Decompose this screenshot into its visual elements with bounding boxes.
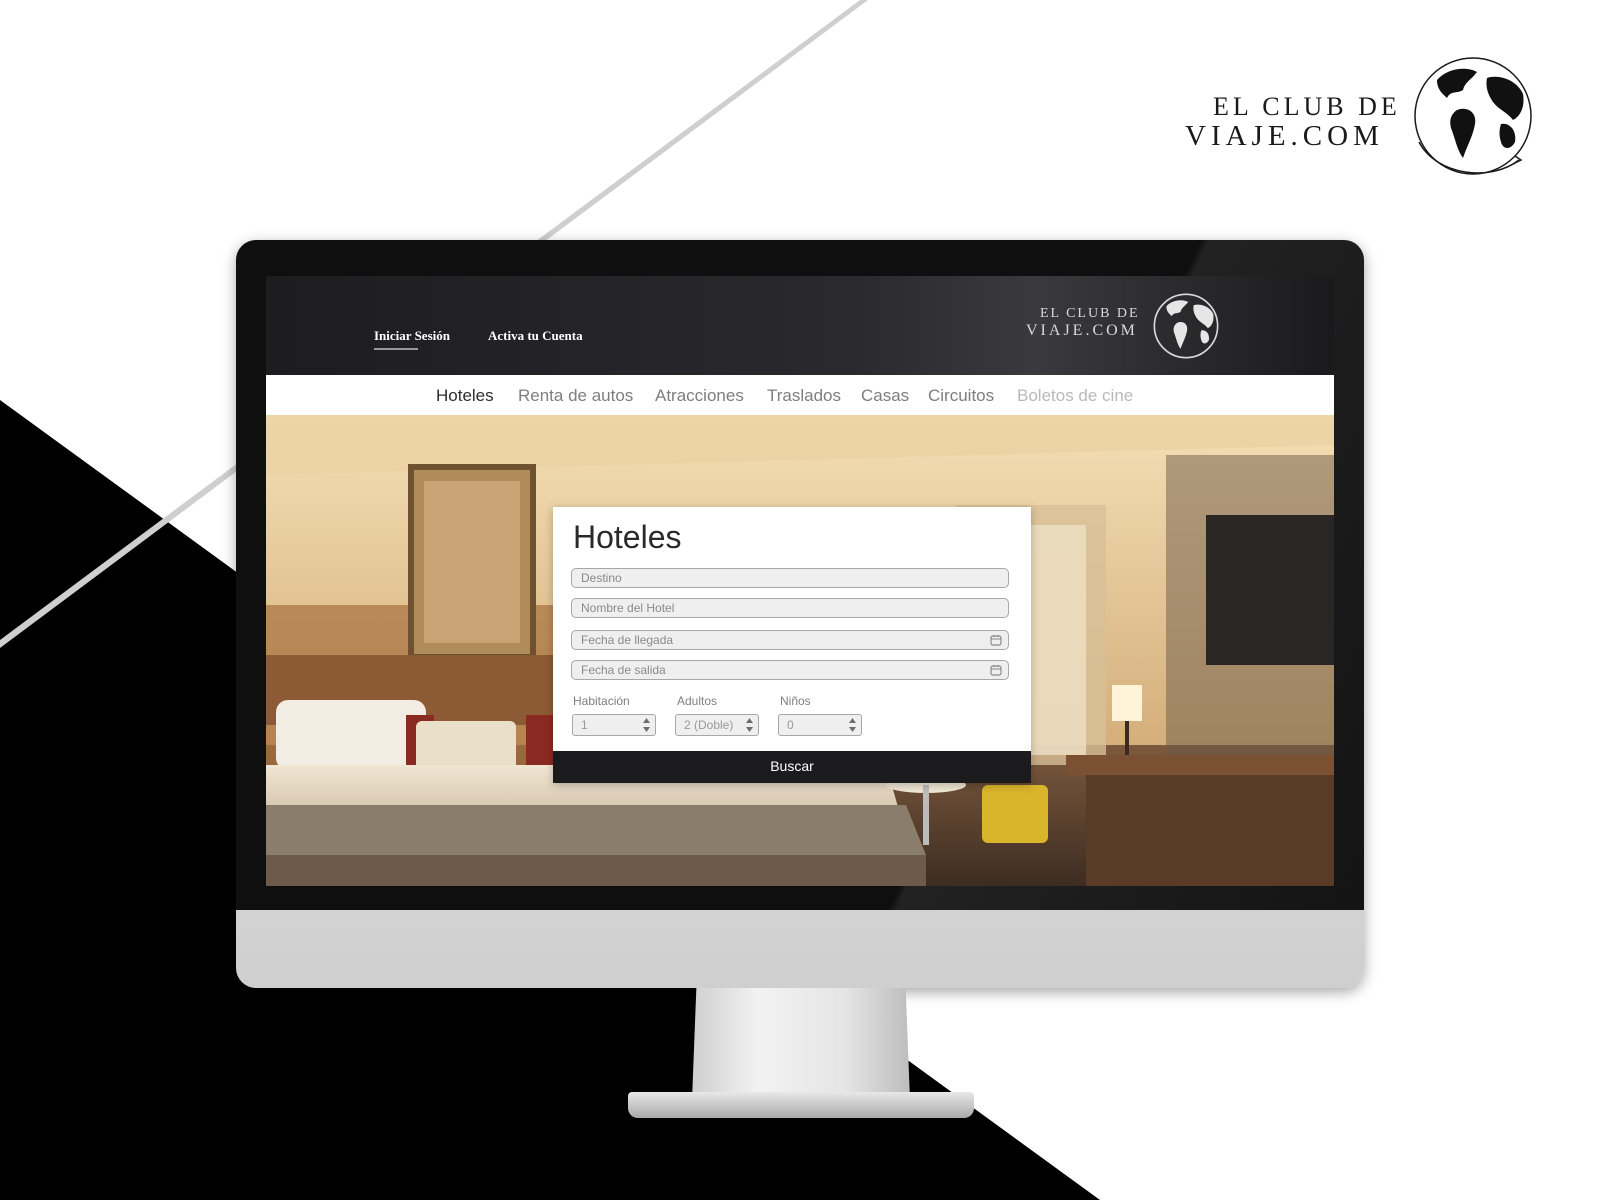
destination-input[interactable]: Destino	[571, 568, 1009, 588]
nav-item-casas[interactable]: Casas	[861, 386, 909, 406]
up-down-arrows-icon[interactable]	[745, 717, 754, 733]
checkin-date-input[interactable]: Fecha de llegada	[571, 630, 1009, 650]
activate-account-link[interactable]: Activa tu Cuenta	[488, 328, 583, 344]
hotel-search-form: Hoteles Destino Nombre del Hotel Fecha d…	[553, 507, 1031, 783]
nav-item-boletos-de-cine[interactable]: Boletos de cine	[1017, 386, 1133, 406]
up-down-arrows-icon[interactable]	[848, 717, 857, 733]
monitor-stand	[692, 988, 910, 1100]
login-link[interactable]: Iniciar Sesión	[374, 328, 450, 344]
nav-item-hoteles[interactable]: Hoteles	[436, 386, 494, 406]
brand-logo: EL CLUB DE VIAJE.COM	[1185, 57, 1545, 194]
site-logo-line-1: EL CLUB DE	[1040, 306, 1140, 321]
children-value: 0	[787, 718, 794, 732]
children-label: Niños	[780, 694, 811, 708]
rooms-stepper[interactable]: 1	[572, 714, 656, 736]
nav-item-atracciones[interactable]: Atracciones	[655, 386, 744, 406]
brand-line-2: VIAJE.COM	[1185, 120, 1384, 152]
checkin-date-placeholder: Fecha de llegada	[581, 633, 674, 647]
hero-hotel-room-image: Hoteles Destino Nombre del Hotel Fecha d…	[266, 415, 1334, 886]
monitor-stand-base	[628, 1092, 974, 1118]
search-button[interactable]: Buscar	[553, 751, 1031, 783]
globe-icon	[1414, 57, 1532, 175]
nav-item-renta-de-autos[interactable]: Renta de autos	[518, 386, 633, 406]
rooms-value: 1	[581, 718, 588, 732]
search-form-title: Hoteles	[573, 519, 682, 555]
nav-item-traslados[interactable]: Traslados	[767, 386, 841, 406]
checkout-date-input[interactable]: Fecha de salida	[571, 660, 1009, 680]
brand-line-1: EL CLUB DE	[1213, 92, 1401, 121]
category-nav: Hoteles Renta de autos Atracciones Trasl…	[266, 375, 1334, 415]
adults-label: Adultos	[677, 694, 718, 708]
globe-icon	[1153, 293, 1219, 359]
children-stepper[interactable]: 0	[778, 714, 862, 736]
up-down-arrows-icon[interactable]	[642, 717, 651, 733]
site-logo[interactable]: EL CLUB DE VIAJE.COM	[1026, 293, 1226, 362]
hotel-name-input[interactable]: Nombre del Hotel	[571, 598, 1009, 618]
site-header: Iniciar Sesión Activa tu Cuenta EL CLUB …	[266, 276, 1334, 375]
rooms-label: Habitación	[573, 694, 630, 708]
login-underline	[374, 348, 418, 350]
website-screen: Iniciar Sesión Activa tu Cuenta EL CLUB …	[266, 276, 1334, 886]
adults-stepper[interactable]: 2 (Doble)	[675, 714, 759, 736]
nav-item-circuitos[interactable]: Circuitos	[928, 386, 994, 406]
calendar-icon[interactable]	[990, 664, 1002, 676]
checkout-date-placeholder: Fecha de salida	[581, 663, 666, 677]
calendar-icon[interactable]	[990, 634, 1002, 646]
site-logo-line-2: VIAJE.COM	[1026, 322, 1138, 339]
adults-value: 2 (Doble)	[684, 718, 734, 732]
